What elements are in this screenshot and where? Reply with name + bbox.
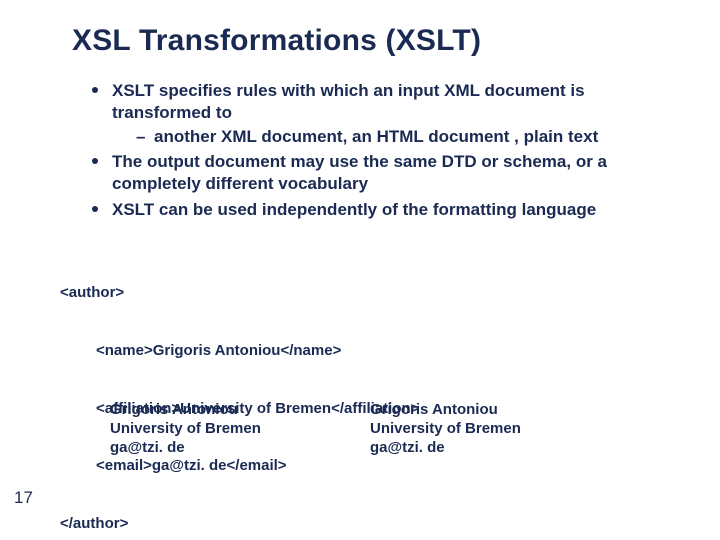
example-left-aff: University of Bremen (110, 419, 370, 438)
xml-snippet: <author> <name>Grigoris Antoniou</name> … (60, 245, 419, 540)
bullet-3: XSLT can be used independently of the fo… (90, 199, 670, 221)
bullet-list: XSLT specifies rules with which an input… (90, 80, 670, 221)
bullet-1-sub-1: another XML document, an HTML document ,… (136, 126, 670, 148)
example-left: Grigoris Antoniou University of Bremen g… (110, 400, 370, 458)
code-line-1: <author> (60, 283, 419, 302)
example-right-email: ga@tzi. de (370, 438, 630, 457)
bullet-2: The output document may use the same DTD… (90, 151, 670, 195)
bullet-1: XSLT specifies rules with which an input… (90, 80, 670, 147)
slide: XSL Transformations (XSLT) XSLT specifie… (0, 0, 720, 540)
examples-row: Grigoris Antoniou University of Bremen g… (110, 400, 670, 458)
body-block: XSLT specifies rules with which an input… (90, 80, 670, 225)
example-right-name: Grigoris Antoniou (370, 400, 630, 419)
example-left-email: ga@tzi. de (110, 438, 370, 457)
code-line-2: <name>Grigoris Antoniou</name> (60, 341, 419, 360)
bullet-1-text: XSLT specifies rules with which an input… (112, 81, 585, 122)
example-left-name: Grigoris Antoniou (110, 400, 370, 419)
slide-title: XSL Transformations (XSLT) (72, 24, 481, 58)
example-right-aff: University of Bremen (370, 419, 630, 438)
page-number: 17 (14, 488, 33, 508)
code-line-5: </author> (60, 514, 419, 533)
code-line-4: <email>ga@tzi. de</email> (60, 456, 419, 475)
bullet-1-sub: another XML document, an HTML document ,… (112, 126, 670, 148)
example-right: Grigoris Antoniou University of Bremen g… (370, 400, 630, 458)
